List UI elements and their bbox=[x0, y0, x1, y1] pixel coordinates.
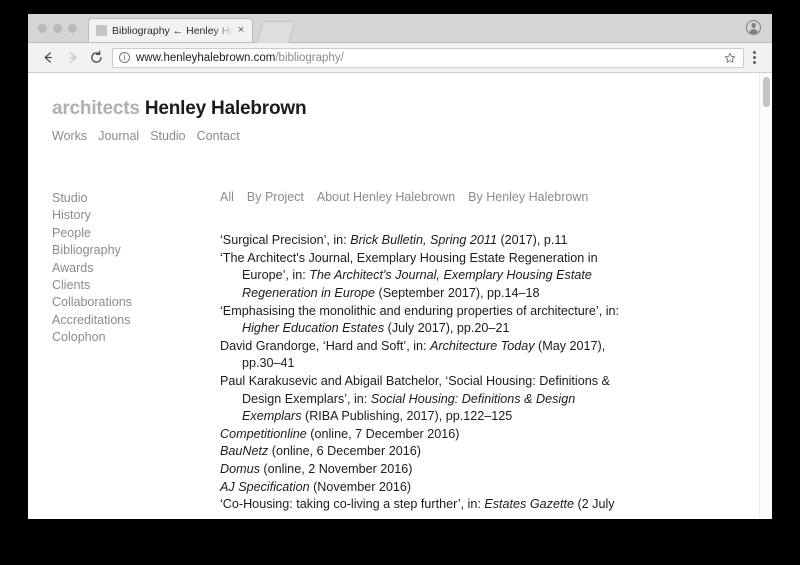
entry-text: ‘Surgical Precision’, in: bbox=[220, 233, 351, 248]
filter-by-henley-halebrown[interactable]: By Henley Halebrown bbox=[468, 190, 588, 204]
site-nav-item-studio[interactable]: Studio bbox=[150, 129, 185, 143]
entry-title-italic: AJ Specification bbox=[220, 479, 310, 494]
new-tab-button[interactable] bbox=[256, 21, 296, 43]
site-nav-item-journal[interactable]: Journal bbox=[98, 129, 139, 143]
bibliography-entry[interactable]: Competitionline (online, 7 December 2016… bbox=[220, 426, 636, 444]
page-content: architects Henley Halebrown Works Journa… bbox=[28, 73, 772, 514]
browser-window: Bibliography ← Henley Halebr × bbox=[28, 14, 772, 519]
entry-title-italic: Brick Bulletin, Spring 2011 bbox=[350, 233, 497, 248]
desktop-background: Bibliography ← Henley Halebr × bbox=[0, 0, 800, 565]
bibliography-entry[interactable]: ‘The Architect's Journal, Exemplary Hous… bbox=[220, 250, 636, 303]
browser-tab-title: Bibliography ← Henley Halebr bbox=[112, 24, 234, 37]
site-nav-item-contact[interactable]: Contact bbox=[197, 129, 240, 143]
bibliography-entry[interactable]: David Grandorge, ‘Hard and Soft’, in: Ar… bbox=[220, 338, 636, 373]
window-minimize-button[interactable] bbox=[53, 24, 62, 33]
page-viewport: architects Henley Halebrown Works Journa… bbox=[28, 73, 772, 518]
address-bar[interactable]: www.henleyhalebrown.com/bibliography/ bbox=[112, 47, 744, 68]
bibliography-entry[interactable]: ‘Emphasising the monolithic and enduring… bbox=[220, 303, 636, 338]
entry-text: (online, 6 December 2016) bbox=[268, 444, 421, 459]
arrow-right-icon bbox=[68, 52, 76, 63]
page-scrollbar-thumb[interactable] bbox=[763, 77, 770, 107]
entry-title-italic: Domus bbox=[220, 462, 260, 477]
sidebar-item-clients[interactable]: Clients bbox=[52, 277, 220, 294]
entry-title-italic: Architecture Today bbox=[430, 338, 535, 353]
bibliography-entry[interactable]: Paul Karakusevic and Abigail Batchelor, … bbox=[220, 373, 636, 426]
entry-text: (November 2016) bbox=[309, 479, 412, 494]
url-domain: www.henleyhalebrown.com bbox=[136, 51, 276, 64]
sidebar-item-collaborations[interactable]: Collaborations bbox=[52, 294, 220, 311]
masthead-prefix: architects bbox=[52, 98, 140, 119]
entry-title-italic: Competitionline bbox=[220, 426, 307, 441]
bibliography-content: All By Project About Henley Halebrown By He… bbox=[220, 189, 660, 514]
site-masthead: architects Henley Halebrown bbox=[52, 98, 772, 120]
reload-button[interactable] bbox=[84, 46, 108, 70]
sidebar-item-colophon[interactable]: Colophon bbox=[52, 329, 220, 346]
filter-by-project[interactable]: By Project bbox=[247, 190, 304, 204]
browser-tab-strip: Bibliography ← Henley Halebr × bbox=[28, 14, 772, 43]
filter-all[interactable]: All bbox=[220, 190, 234, 204]
page-scrollbar[interactable] bbox=[759, 73, 772, 518]
info-icon[interactable] bbox=[119, 52, 130, 63]
window-controls[interactable] bbox=[38, 24, 77, 33]
site-favicon bbox=[96, 25, 107, 36]
close-icon[interactable]: × bbox=[234, 24, 248, 38]
arrow-left-icon bbox=[44, 52, 52, 63]
bibliography-list: ‘Surgical Precision’, in: Brick Bulletin… bbox=[220, 232, 636, 514]
sidebar-item-accreditations[interactable]: Accreditations bbox=[52, 312, 220, 329]
masthead-name: Henley Halebrown bbox=[144, 98, 307, 119]
url-path: /bibliography/ bbox=[275, 51, 344, 64]
entry-text: (2 July bbox=[573, 497, 615, 512]
sidebar-item-history[interactable]: History bbox=[52, 207, 220, 224]
page-columns: Studio History People Bibliography Award… bbox=[52, 189, 772, 514]
entry-text: (online, 2 November 2016) bbox=[259, 462, 413, 477]
forward-button[interactable] bbox=[60, 46, 84, 70]
bibliography-entry[interactable]: ‘Co-Housing: taking co-living a step fur… bbox=[220, 496, 636, 514]
three-dot-menu-icon-dot3 bbox=[752, 61, 756, 64]
profile-avatar-icon[interactable] bbox=[746, 20, 761, 35]
bibliography-entry[interactable]: BauNetz (online, 6 December 2016) bbox=[220, 443, 636, 461]
sidebar-item-awards[interactable]: Awards bbox=[52, 260, 220, 277]
address-bar-url: www.henleyhalebrown.com/bibliography/ bbox=[136, 52, 722, 64]
entry-text: ‘Co-Housing: taking co-living a step fur… bbox=[220, 497, 485, 512]
browser-tab[interactable]: Bibliography ← Henley Halebr × bbox=[88, 18, 253, 42]
studio-sidebar: Studio History People Bibliography Award… bbox=[52, 189, 220, 347]
site-nav: Works Journal Studio Contact bbox=[52, 129, 772, 143]
entry-title-italic: Higher Education Estates bbox=[242, 321, 385, 336]
entry-text: (2017), p.11 bbox=[496, 233, 568, 248]
bookmark-button[interactable] bbox=[722, 52, 738, 64]
entry-title-italic: BauNetz bbox=[220, 444, 269, 459]
entry-text: (online, 7 December 2016) bbox=[306, 426, 460, 441]
entry-text: (RIBA Publishing, 2017), pp.122–125 bbox=[301, 409, 513, 424]
back-button[interactable] bbox=[36, 46, 60, 70]
entry-title-italic: Estates Gazette bbox=[484, 497, 574, 512]
three-dot-menu-icon-dot2 bbox=[752, 56, 756, 59]
three-dot-menu-icon bbox=[752, 51, 756, 54]
browser-menu-button[interactable] bbox=[744, 46, 764, 70]
filter-about-henley-halebrown[interactable]: About Henley Halebrown bbox=[317, 190, 455, 204]
site-nav-item-works[interactable]: Works bbox=[52, 129, 87, 143]
window-close-button[interactable] bbox=[38, 24, 47, 33]
entry-text: (September 2017), pp.14–18 bbox=[375, 286, 540, 301]
entry-text: (July 2017), pp.20–21 bbox=[384, 321, 510, 336]
bibliography-entry[interactable]: Domus (online, 2 November 2016) bbox=[220, 461, 636, 479]
star-icon bbox=[724, 52, 736, 63]
entry-text: ‘Emphasising the monolithic and enduring… bbox=[220, 303, 620, 318]
bibliography-entry[interactable]: ‘Surgical Precision’, in: Brick Bulletin… bbox=[220, 232, 636, 250]
browser-toolbar: www.henleyhalebrown.com/bibliography/ bbox=[28, 43, 772, 73]
sidebar-item-people[interactable]: People bbox=[52, 225, 220, 242]
sidebar-item-studio[interactable]: Studio bbox=[52, 190, 220, 207]
entry-text: David Grandorge, ‘Hard and Soft’, in: bbox=[220, 338, 431, 353]
window-maximize-button[interactable] bbox=[68, 24, 77, 33]
sidebar-item-bibliography[interactable]: Bibliography bbox=[52, 242, 220, 259]
reload-icon bbox=[90, 50, 102, 63]
bibliography-filters: All By Project About Henley Halebrown By He… bbox=[220, 189, 636, 206]
bibliography-entry[interactable]: AJ Specification (November 2016) bbox=[220, 479, 636, 497]
